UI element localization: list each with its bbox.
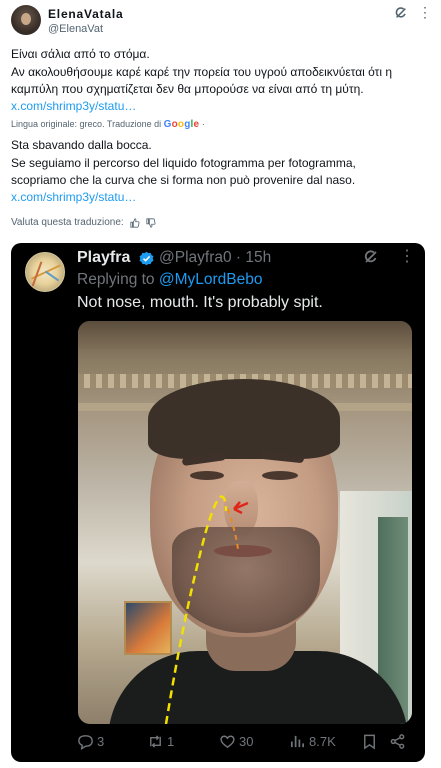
quoted-avatar[interactable] [25,252,65,292]
translated-text-line: Se seguiamo il percorso del liquido foto… [11,156,356,170]
heart-icon [220,735,235,749]
reply-count: 3 [97,734,105,749]
share-button[interactable] [389,733,406,750]
translated-text-line: scopriamo che la curva che si forma non … [11,173,356,187]
translation-separator: · [201,119,205,129]
annotation-dashed-line [164,495,228,724]
annotation-arrow [233,501,249,515]
replying-mention[interactable]: @MyLordBebo [159,271,263,288]
reply-button[interactable]: 3 [77,733,104,750]
rate-label: Valuta questa traduzione: [11,217,124,228]
tweet-link[interactable]: x.com/shrimp3y/statu… [11,190,136,204]
translated-text-line: Sta sbavando dalla bocca. [11,138,152,152]
replying-to: Replying to @MyLordBebo [77,271,262,289]
quoted-tweet-card[interactable]: Playfra @Playfra0 · 15h ⋮ Replying to @M… [11,243,425,762]
translation-note: Lingua originale: greco. Traduzione di G… [11,119,205,130]
grok-icon[interactable] [394,6,408,20]
tweet-media-image[interactable] [78,321,412,724]
share-icon [390,734,405,749]
more-icon[interactable]: ⋮ [418,4,432,21]
repost-button[interactable]: 1 [147,733,174,750]
reply-icon [78,735,93,750]
quoted-tweet-text: Not nose, mouth. It's probably spit. [77,294,323,311]
repost-icon [150,735,161,748]
grok-icon[interactable] [363,249,379,265]
rate-translation: Valuta questa traduzione: [11,217,156,228]
avatar[interactable] [11,5,41,35]
annotation-dashed-drip [227,508,239,550]
user-handle[interactable]: @ElenaVat [48,23,103,35]
display-name[interactable]: ElenaVatala [48,7,124,21]
thumbs-down-icon[interactable] [146,217,156,228]
like-count: 30 [239,734,254,749]
views-count: 8.7K [309,734,336,749]
original-text-line: καμπύλη που σχηματίζεται δεν θα μπορούσε… [11,82,364,96]
google-logo[interactable]: Google [164,119,200,130]
repost-count: 1 [167,734,175,749]
translation-label: Lingua originale: greco. Traduzione di [11,119,162,129]
bookmark-button[interactable] [361,733,378,750]
bookmark-icon [364,734,375,750]
tweet-link[interactable]: x.com/shrimp3y/statu… [11,99,136,113]
more-icon[interactable]: ⋮ [399,246,415,266]
views-icon [290,735,305,748]
quoted-display-name[interactable]: Playfra [77,249,130,267]
action-bar: 3 1 30 8.7K [11,733,425,755]
like-button[interactable]: 30 [219,733,253,750]
quoted-handle-time[interactable]: @Playfra0 · 15h [159,249,271,267]
replying-prefix: Replying to [77,271,155,288]
views-button[interactable]: 8.7K [289,733,336,750]
tweet-header: ElenaVatala @ElenaVat ⋮ [0,0,441,44]
original-text-line: Είναι σάλια από το στόμα. [11,47,150,61]
verified-badge-icon [139,251,154,266]
original-text-line: Αν ακολουθήσουμε καρέ καρέ την πορεία το… [11,65,393,79]
annotation-overlay [164,495,249,724]
thumbs-up-icon[interactable] [130,217,140,228]
